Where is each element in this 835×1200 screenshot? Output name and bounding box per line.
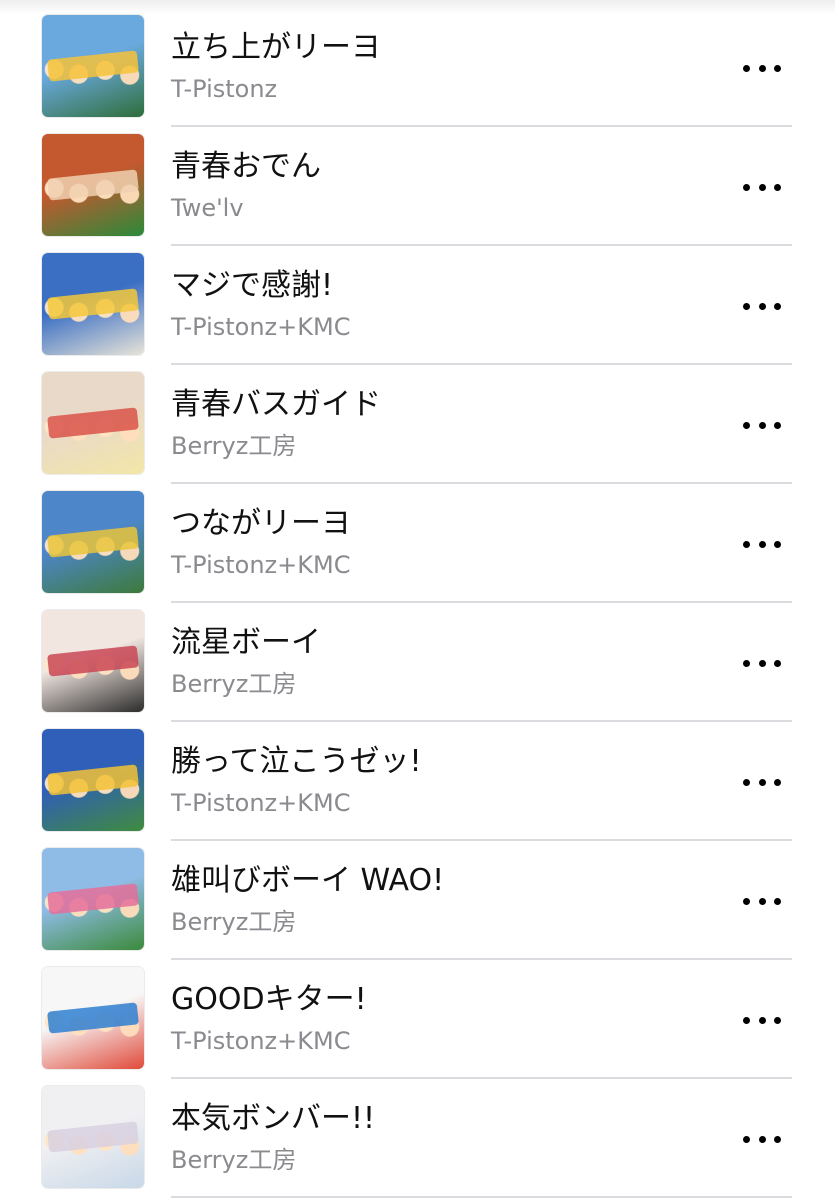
- song-title: 立ち上がリーヨ: [171, 30, 381, 65]
- album-artwork: [42, 15, 144, 117]
- song-title: 雄叫びボーイ WAO!: [171, 863, 445, 898]
- album-artwork: [42, 1086, 144, 1188]
- ellipsis-dot: [743, 421, 750, 429]
- ellipsis-dot: [774, 659, 781, 667]
- song-title: 勝って泣こうゼッ!: [171, 744, 422, 779]
- ellipsis-dot: [758, 1016, 766, 1024]
- song-artist: Berryz工房: [171, 670, 297, 698]
- ellipsis-dot: [758, 302, 766, 310]
- song-row[interactable]: つながリーヨ T-Pistonz+KMC: [0, 476, 835, 603]
- song-title: 本気ボンバー!!: [171, 1101, 376, 1136]
- song-artist: Berryz工房: [171, 432, 297, 460]
- ellipsis-dot: [758, 1135, 766, 1143]
- ellipsis-dot: [758, 64, 766, 72]
- more-options-button[interactable]: [740, 891, 784, 911]
- song-title: 青春バスガイド: [171, 387, 381, 422]
- more-options-button[interactable]: [740, 296, 784, 316]
- ellipsis-dot: [758, 421, 766, 429]
- ellipsis-dot: [774, 64, 781, 72]
- ellipsis-dot: [758, 897, 766, 905]
- ellipsis-dot: [774, 421, 781, 429]
- song-row[interactable]: 本気ボンバー!! Berryz工房: [0, 1071, 835, 1198]
- ellipsis-dot: [774, 897, 781, 905]
- song-title: 青春おでん: [171, 149, 321, 184]
- song-title: マジで感謝!: [171, 268, 334, 303]
- more-options-button[interactable]: [740, 58, 784, 78]
- ellipsis-dot: [743, 778, 750, 786]
- album-artwork: [42, 372, 144, 474]
- ellipsis-dot: [743, 302, 750, 310]
- ellipsis-dot: [774, 778, 781, 786]
- song-row[interactable]: GOODキター! T-Pistonz+KMC: [0, 952, 835, 1079]
- ellipsis-dot: [758, 778, 766, 786]
- ellipsis-dot: [743, 540, 750, 548]
- song-row[interactable]: 雄叫びボーイ WAO! Berryz工房: [0, 833, 835, 960]
- ellipsis-dot: [758, 659, 766, 667]
- song-artist: Berryz工房: [171, 908, 297, 936]
- ellipsis-dot: [774, 540, 781, 548]
- song-row[interactable]: 立ち上がリーヨ T-Pistonz: [0, 0, 835, 127]
- more-options-button[interactable]: [740, 1129, 784, 1149]
- ellipsis-dot: [743, 1135, 750, 1143]
- more-options-button[interactable]: [740, 534, 784, 554]
- song-row[interactable]: 勝って泣こうゼッ! T-Pistonz+KMC: [0, 714, 835, 841]
- ellipsis-dot: [758, 540, 766, 548]
- song-row[interactable]: 流星ボーイ Berryz工房: [0, 595, 835, 722]
- song-title: 流星ボーイ: [171, 625, 321, 660]
- song-row[interactable]: 青春おでん Twe'lv: [0, 119, 835, 246]
- album-artwork: [42, 848, 144, 950]
- more-options-button[interactable]: [740, 653, 784, 673]
- album-artwork: [42, 967, 144, 1069]
- song-artist: T-Pistonz+KMC: [171, 1027, 351, 1055]
- ellipsis-dot: [743, 1016, 750, 1024]
- song-row[interactable]: マジで感謝! T-Pistonz+KMC: [0, 238, 835, 365]
- song-artist: T-Pistonz+KMC: [171, 551, 351, 579]
- more-options-button[interactable]: [740, 177, 784, 197]
- album-artwork: [42, 610, 144, 712]
- ellipsis-dot: [758, 183, 766, 191]
- song-row[interactable]: 青春バスガイド Berryz工房: [0, 357, 835, 484]
- ellipsis-dot: [743, 64, 750, 72]
- album-artwork: [42, 729, 144, 831]
- more-options-button[interactable]: [740, 415, 784, 435]
- ellipsis-dot: [743, 659, 750, 667]
- song-artist: Berryz工房: [171, 1146, 297, 1174]
- song-artist: Twe'lv: [171, 194, 244, 222]
- ellipsis-dot: [743, 183, 750, 191]
- more-options-button[interactable]: [740, 1010, 784, 1030]
- ellipsis-dot: [774, 1016, 781, 1024]
- ellipsis-dot: [774, 302, 781, 310]
- ellipsis-dot: [774, 183, 781, 191]
- song-artist: T-Pistonz+KMC: [171, 789, 351, 817]
- more-options-button[interactable]: [740, 772, 784, 792]
- ellipsis-dot: [774, 1135, 781, 1143]
- song-artist: T-Pistonz+KMC: [171, 313, 351, 341]
- song-artist: T-Pistonz: [171, 75, 278, 103]
- row-separator: [171, 1196, 792, 1198]
- song-title: つながリーヨ: [171, 506, 351, 541]
- song-title: GOODキター!: [171, 982, 367, 1017]
- album-artwork: [42, 491, 144, 593]
- album-artwork: [42, 253, 144, 355]
- album-artwork: [42, 134, 144, 236]
- ellipsis-dot: [743, 897, 750, 905]
